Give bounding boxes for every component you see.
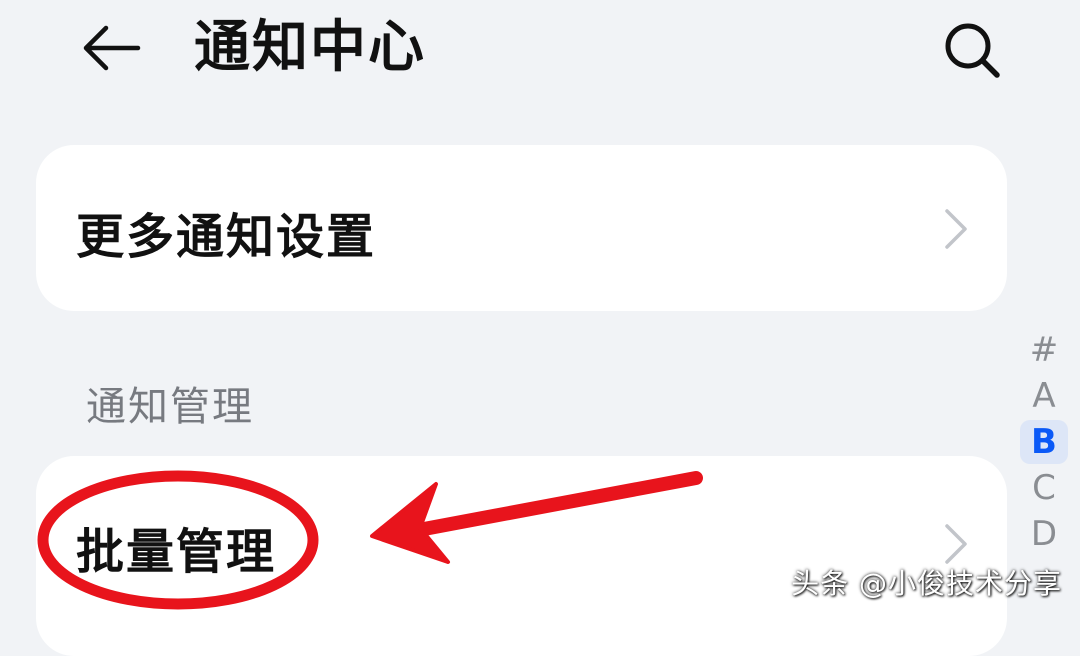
back-button[interactable] xyxy=(72,16,148,80)
more-notification-settings-label: 更多通知设置 xyxy=(76,209,377,265)
alphabet-index[interactable]: # A B C D xyxy=(1020,328,1068,558)
search-icon xyxy=(945,23,1000,78)
alpha-index-item-active[interactable]: B xyxy=(1020,420,1068,464)
more-notification-settings-item[interactable]: 更多通知设置 xyxy=(36,145,1007,311)
batch-manage-item[interactable]: 批量管理 xyxy=(36,456,1007,656)
chevron-right-icon xyxy=(945,209,967,249)
top-bar: 通知中心 xyxy=(0,0,1080,110)
watermark: 头条 @小俊技术分享 xyxy=(791,567,1062,600)
batch-manage-label: 批量管理 xyxy=(76,524,277,580)
alpha-index-item[interactable]: D xyxy=(1020,512,1068,556)
alpha-index-item[interactable]: A xyxy=(1020,374,1068,418)
section-header-notification-management: 通知管理 xyxy=(86,384,254,430)
back-arrow-icon xyxy=(83,25,141,71)
search-button[interactable] xyxy=(936,14,1008,86)
alpha-index-item[interactable]: C xyxy=(1020,466,1068,510)
chevron-right-icon xyxy=(945,524,967,564)
page-title: 通知中心 xyxy=(194,15,426,80)
alpha-index-item[interactable]: # xyxy=(1020,328,1068,372)
